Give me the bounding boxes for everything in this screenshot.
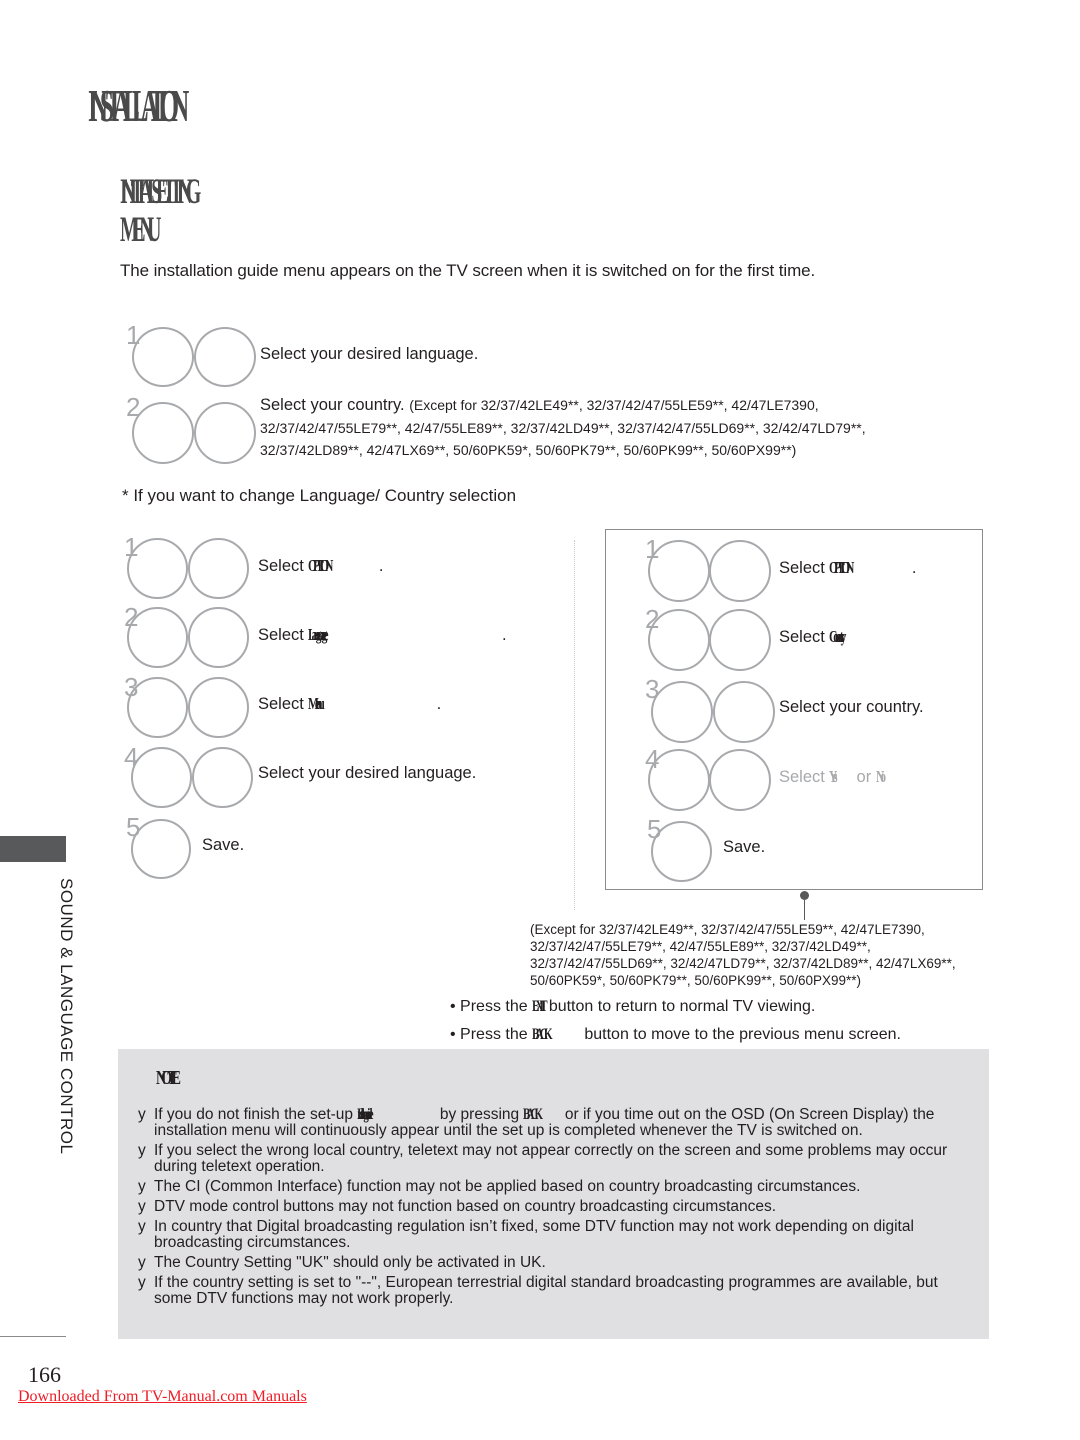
section-tab-marker [0,836,66,862]
note-item: y If you select the wrong local country, … [138,1142,948,1175]
remote-button-icon [194,327,256,387]
remote-button-icon [194,402,256,464]
step-text: Select Language. [258,625,507,644]
note-item: y The Country Setting "UK" should only be… [138,1254,546,1271]
model-exception-line: 32/37/42/47/55LE79**, 42/47/55LE89**, 32… [530,939,871,954]
intro-text: The installation guide menu appears on t… [120,261,816,280]
remote-button-icon [648,540,710,602]
note-item: y The CI (Common Interface) function may … [138,1178,861,1195]
remote-button-icon [188,677,249,738]
remote-button-icon [131,819,191,879]
remote-button-icon [651,681,713,743]
page-title: INSTALLATION [88,80,189,131]
model-exception-line: (Except for 32/37/42LE49**, 32/37/42/47/… [530,922,925,937]
note-list: y If you do not finish the set-up Install… [138,1107,978,1311]
remote-button-icon [709,540,771,602]
note-item: y If you do not finish the set-up Install… [138,1106,935,1139]
model-exception-line: 32/37/42/47/55LE79**, 42/47/55LE89**, 32… [260,420,866,436]
note-item: y If the country setting is set to "--", … [138,1274,938,1307]
step-text: Select your desired language. [258,764,477,782]
sidebar-rule [0,1336,66,1337]
remote-button-icon [131,747,192,808]
callout-pin [800,891,809,900]
step-text: Select Menu. [258,694,442,713]
remote-button-icon [713,681,775,743]
step-text: Select OPTION. [258,556,384,575]
model-exception-line: 50/60PK59*, 50/60PK79**, 50/60PK99**, 50… [530,973,862,988]
remote-button-icon [192,747,253,808]
step-text: Save. [723,838,766,856]
callout-line [804,900,805,920]
chapter-label: SOUND & LANGUAGE CONTROL [57,878,76,1155]
step-text: Select OPTION. [779,558,917,577]
remote-button-icon [709,609,771,671]
remote-button-icon [127,677,188,738]
page-number: 166 [28,1362,61,1387]
remote-button-icon [651,821,712,882]
note-box: NOTE y If you do not finish the set-up In… [118,1049,989,1339]
column-divider [574,540,575,910]
button-hints: • Press the EXIT button to return to norm… [450,993,901,1049]
section-title-line2: MENU [120,209,161,249]
hint-exit: • Press the EXIT button to return to norm… [450,998,816,1015]
remote-button-icon [648,609,710,671]
remote-button-icon [648,749,710,811]
note-item: y DTV mode control buttons may not functi… [138,1198,777,1215]
step-text: Select Country [779,627,847,646]
step-text: Save. [202,836,245,854]
remote-button-icon [132,327,194,387]
step-text: Select Yes or No [779,767,886,786]
section-title: INITIAL SETTING [120,171,201,211]
download-source-link[interactable]: Downloaded From TV-Manual.com Manuals [18,1388,307,1406]
model-exception-line: 32/37/42/47/55LD69**, 32/42/47LD79**, 32… [530,956,956,971]
note-item: y In country that Digital broadcasting re… [138,1218,914,1251]
remote-button-icon [709,749,771,811]
remote-button-icon [127,607,188,668]
step-text: Select your country. [779,698,924,716]
step-text: Select your country. (Except for 32/37/4… [260,396,819,414]
remote-button-icon [188,607,249,668]
change-selection-heading: * If you want to change Language/ Countr… [122,486,517,505]
note-title: NOTE [156,1067,181,1089]
remote-button-icon [127,538,188,599]
hint-back: • Press the BACK button to move to the p… [450,1026,901,1043]
step-text: Select your desired language. [260,345,479,363]
model-exception-note: (Except for 32/37/42LE49**, 32/37/42/47/… [530,921,1040,989]
remote-button-icon [188,538,249,599]
remote-button-icon [132,402,194,464]
model-exception-line: 32/37/42LD89**, 42/47LX69**, 50/60PK59*,… [260,442,797,458]
